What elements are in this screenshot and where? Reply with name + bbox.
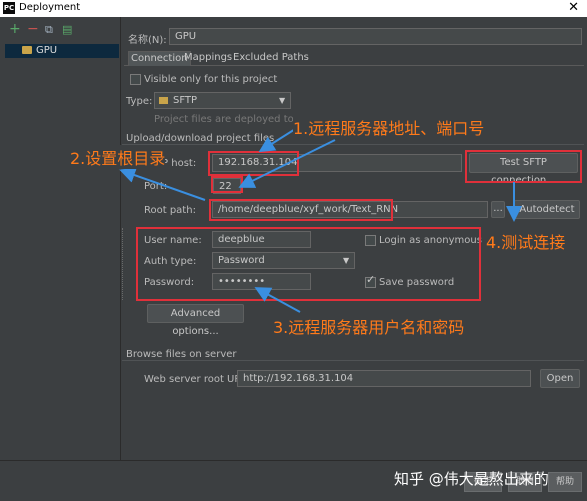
annotation-root-dir: 2.设置根目录 <box>70 145 166 169</box>
annotation-test: 4.测试连接 <box>486 233 566 252</box>
annotation-host-port: 1.远程服务器地址、端口号 <box>293 115 485 139</box>
annotation-credentials: 3.远程服务器用户名和密码 <box>273 318 465 337</box>
arrow-to-port <box>238 139 336 188</box>
arrow-to-root <box>119 167 206 201</box>
help-button[interactable]: 帮助 <box>548 472 582 492</box>
watermark: 知乎 @伟大是熬出来的 <box>394 470 549 488</box>
arrow-to-credentials <box>254 287 301 313</box>
